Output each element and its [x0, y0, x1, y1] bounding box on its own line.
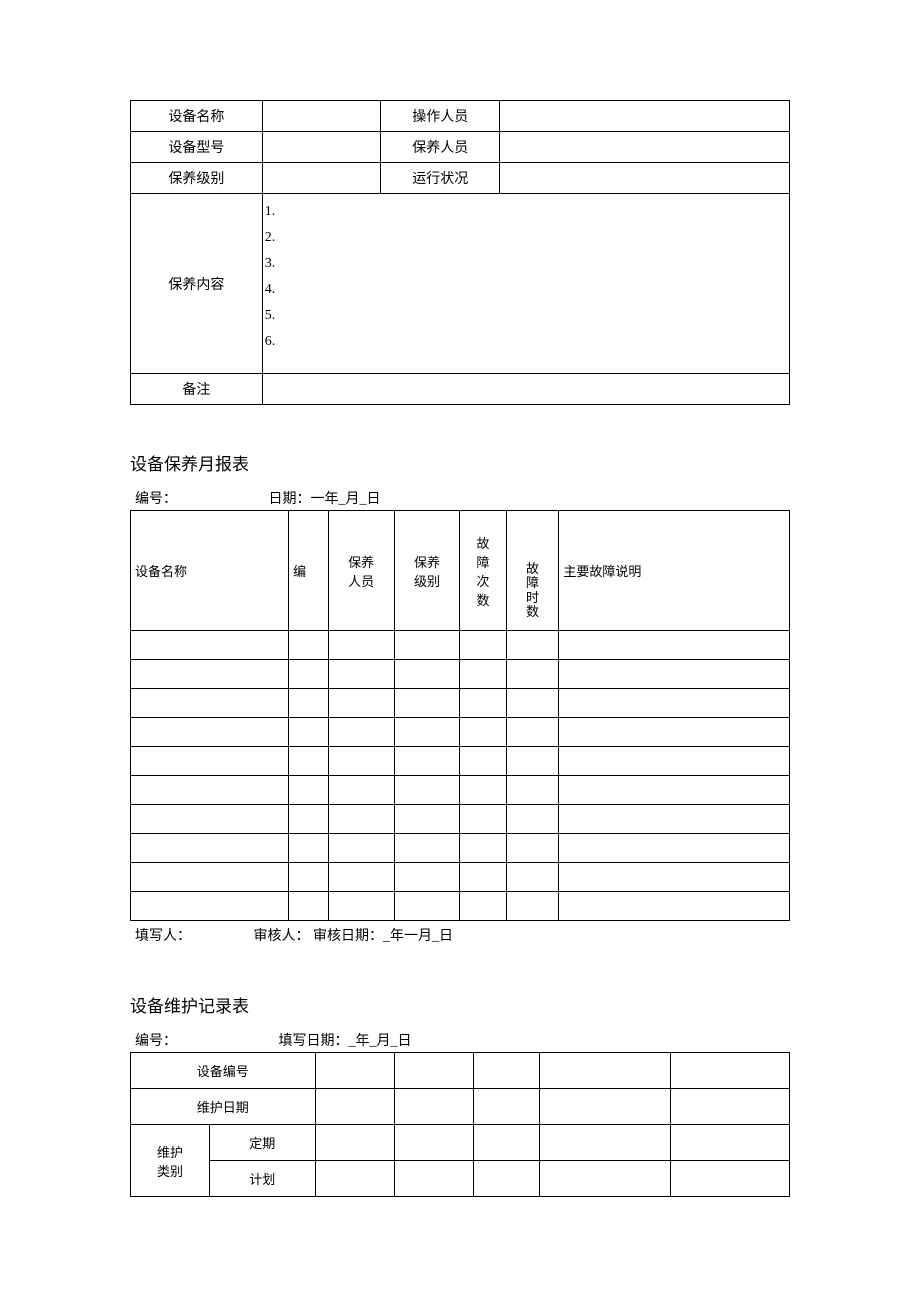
label-device-model: 设备型号 [131, 132, 263, 163]
label-device-num: 设备编号 [131, 1053, 316, 1089]
col-fault-count: 故障次数 [460, 511, 506, 631]
footer-fill: 填写人： [135, 925, 250, 945]
table-row [131, 660, 790, 689]
col-fault-hours: 故障时数 [506, 511, 559, 631]
meta-number-3: 编号： [135, 1030, 275, 1050]
meta-date-3: 填写日期：_年_月_日 [279, 1034, 412, 1049]
value-remarks [262, 374, 789, 405]
label-operator: 操作人员 [381, 101, 500, 132]
content-item-4: 4. [265, 277, 785, 303]
table-row [131, 718, 790, 747]
col-fault-desc: 主要故障说明 [559, 511, 790, 631]
label-maint-type: 维护类别 [131, 1125, 210, 1197]
monthly-report-table: 设备名称 编 保养人员 保养级别 故障次数 故障时数 主要故障说明 [130, 510, 790, 921]
value-operator [500, 101, 790, 132]
label-run-status: 运行状况 [381, 163, 500, 194]
label-maint-level: 保养级别 [131, 163, 263, 194]
label-maint-staff: 保养人员 [381, 132, 500, 163]
table-row [131, 863, 790, 892]
col-maint-level: 保养级别 [394, 511, 460, 631]
maint-record-table: 设备编号 维护日期 维护类别 定期 计划 [130, 1052, 790, 1197]
content-item-5: 5. [265, 303, 785, 329]
content-item-3: 3. [265, 251, 785, 277]
maint-record-meta: 编号： 填写日期：_年_月_日 [130, 1027, 790, 1052]
monthly-report-title: 设备保养月报表 [130, 450, 790, 475]
value-maint-level [262, 163, 381, 194]
table-row [131, 689, 790, 718]
maintenance-info-table: 设备名称 操作人员 设备型号 保养人员 保养级别 运行状况 保养内容 1. 2.… [130, 100, 790, 405]
value-run-status [500, 163, 790, 194]
content-item-6: 6. [265, 329, 785, 355]
label-remarks: 备注 [131, 374, 263, 405]
col-device-name: 设备名称 [131, 511, 289, 631]
label-maint-content: 保养内容 [131, 194, 263, 374]
table-row [131, 747, 790, 776]
value-maint-content: 1. 2. 3. 4. 5. 6. [262, 194, 789, 374]
table-row [131, 834, 790, 863]
value-device-model [262, 132, 381, 163]
label-plan: 计划 [210, 1161, 315, 1197]
footer-review: 审核人： [254, 929, 310, 944]
footer-review-date: 审核日期：_年一月_日 [313, 929, 453, 944]
col-maint-staff: 保养人员 [328, 511, 394, 631]
content-item-1: 1. [265, 199, 785, 225]
meta-date: 日期：一年_月_日 [269, 492, 381, 507]
maint-record-title: 设备维护记录表 [130, 992, 790, 1017]
label-device-name: 设备名称 [131, 101, 263, 132]
label-periodic: 定期 [210, 1125, 315, 1161]
content-item-2: 2. [265, 225, 785, 251]
table-row [131, 805, 790, 834]
monthly-report-meta: 编号： 日期：一年_月_日 [130, 485, 790, 510]
label-maint-date: 维护日期 [131, 1089, 316, 1125]
col-num: 编 [289, 511, 329, 631]
meta-number: 编号： [135, 488, 265, 508]
table-row [131, 892, 790, 921]
table-row [131, 631, 790, 660]
monthly-report-footer: 填写人： 审核人： 审核日期：_年一月_日 [130, 921, 790, 947]
table-row [131, 776, 790, 805]
value-device-name [262, 101, 381, 132]
value-maint-staff [500, 132, 790, 163]
